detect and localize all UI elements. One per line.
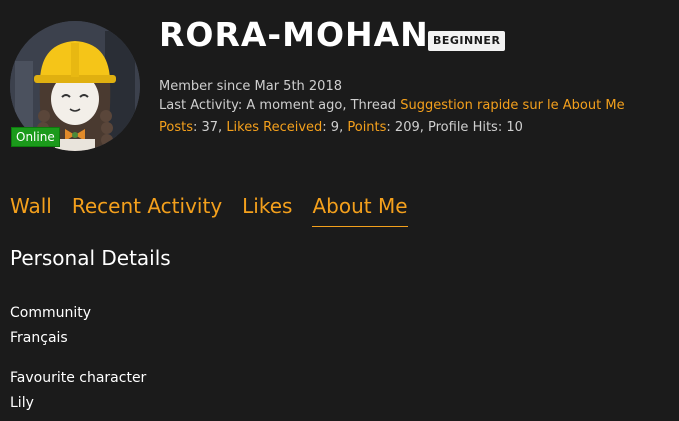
- tab-wall[interactable]: Wall: [10, 192, 52, 227]
- profile-stats: Posts: 37, Likes Received: 9, Points: 20…: [159, 119, 523, 137]
- avatar-container: Online: [10, 21, 140, 151]
- last-activity-text: Last Activity: A moment ago, Thread: [159, 98, 401, 113]
- field-value-community: Français: [10, 330, 68, 346]
- tab-recent-activity[interactable]: Recent Activity: [72, 192, 222, 227]
- likes-received-link[interactable]: Likes Received: [226, 120, 322, 135]
- tab-likes[interactable]: Likes: [242, 192, 292, 227]
- last-activity: Last Activity: A moment ago, Thread Sugg…: [159, 97, 625, 115]
- field-label-community: Community: [10, 305, 92, 321]
- field-label-favourite-character: Favourite character: [10, 370, 147, 386]
- field-value-favourite-character: Lily: [10, 395, 34, 411]
- member-since: Member since Mar 5th 2018: [159, 79, 342, 94]
- online-badge: Online: [11, 127, 60, 147]
- section-title-personal-details: Personal Details: [10, 246, 171, 270]
- posts-link[interactable]: Posts: [159, 120, 193, 135]
- points-link[interactable]: Points: [347, 120, 386, 135]
- posts-value: : 37,: [192, 120, 227, 135]
- likes-value: : 9,: [322, 120, 348, 135]
- username: RORA-MOHAN: [159, 15, 429, 54]
- points-and-hits-value: : 209, Profile Hits: 10: [386, 120, 523, 135]
- profile-tabs: Wall Recent Activity Likes About Me: [10, 192, 408, 227]
- tab-about-me[interactable]: About Me: [312, 192, 408, 227]
- last-activity-thread-link[interactable]: Suggestion rapide sur le About Me: [400, 98, 624, 113]
- rank-badge: BEGINNER: [428, 31, 506, 51]
